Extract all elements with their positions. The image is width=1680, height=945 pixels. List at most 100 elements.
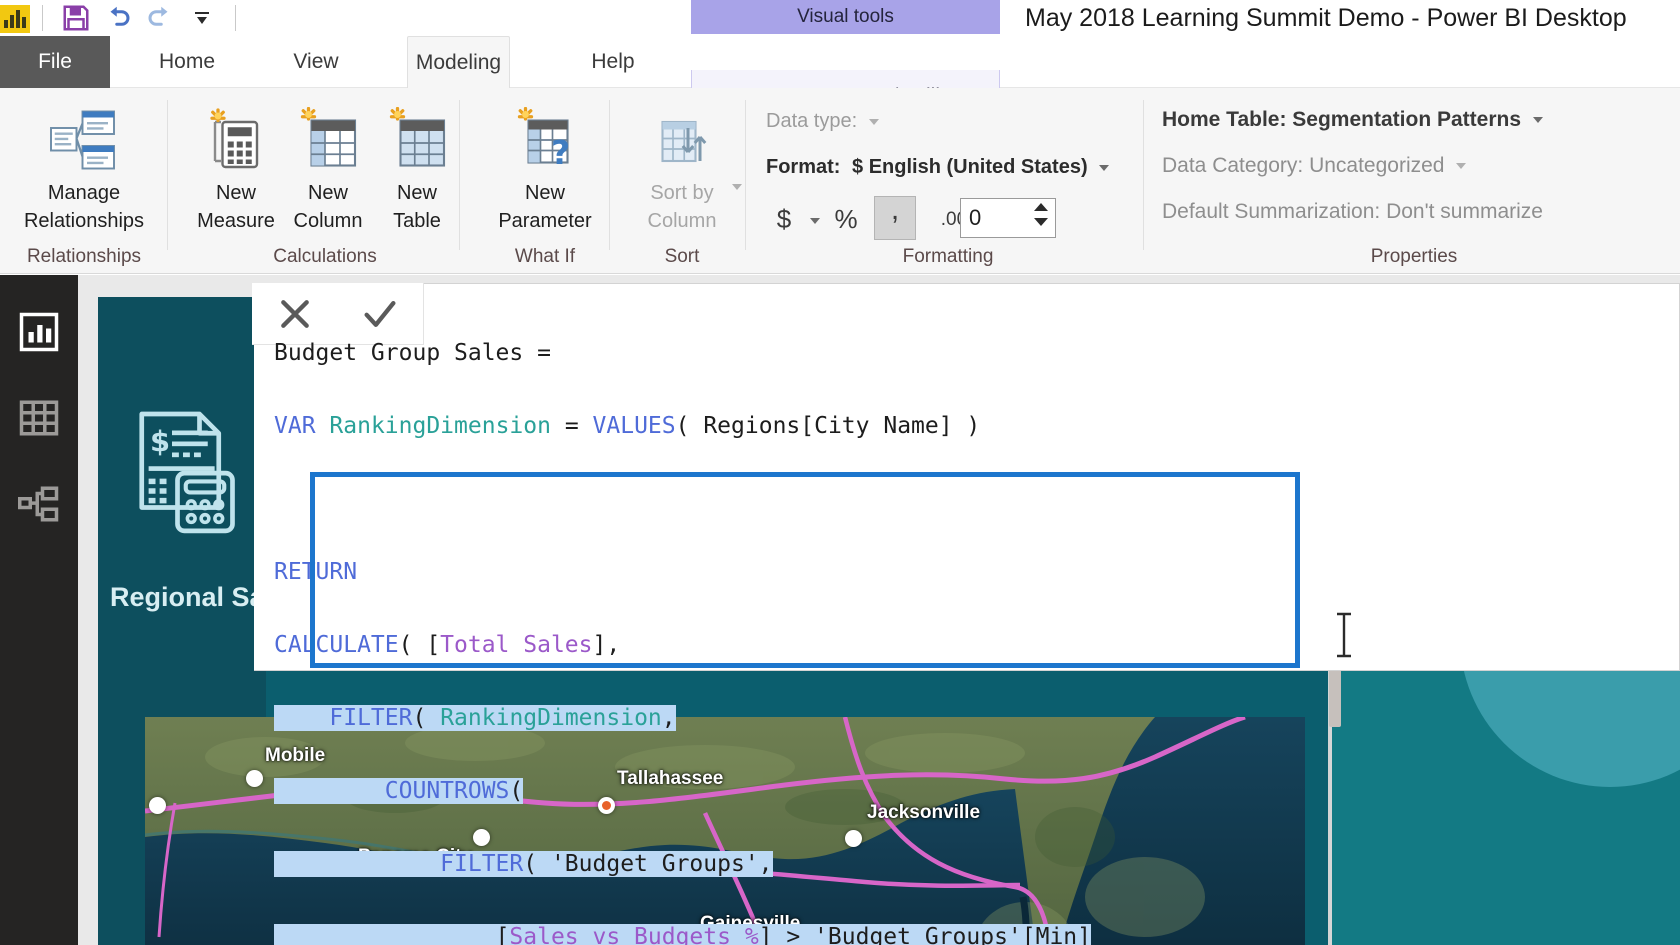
dax-line-4: RETURN	[274, 558, 358, 585]
dax-line-6: FILTER( RankingDimension,	[274, 700, 1674, 737]
redo-icon[interactable]	[139, 0, 181, 36]
group-separator-1	[167, 100, 168, 250]
new-measure-label-2: Measure	[197, 210, 275, 232]
group-separator-3	[609, 100, 610, 250]
format-chevron-down-icon[interactable]	[1099, 164, 1110, 171]
dax-code-editor[interactable]: Budget Group Sales = VAR RankingDimensio…	[274, 298, 1674, 945]
sort-by-column-label-1: Sort by	[650, 182, 714, 204]
home-table-chevron-down-icon[interactable]	[1532, 117, 1543, 124]
stepper-arrows[interactable]	[1034, 203, 1048, 226]
ribbon-group-properties: Home Table: Segmentation Patterns Data C…	[1148, 88, 1680, 274]
data-type-row[interactable]: Data type:	[766, 110, 879, 133]
sidebar-item-report-view[interactable]	[0, 293, 78, 371]
ribbon-group-relationships: Manage Relationships Relationships	[0, 88, 168, 274]
ribbon: Manage Relationships Relationships New M…	[0, 88, 1680, 274]
group-separator-5	[1143, 100, 1144, 250]
view-switcher-sidebar	[0, 275, 78, 945]
ribbon-group-label-formatting: Formatting	[902, 246, 994, 267]
sidebar-item-data-view[interactable]	[0, 379, 78, 457]
dax-line-3	[274, 481, 1674, 518]
ribbon-group-calculations: New Measure New Column New Table Calcula…	[190, 88, 460, 274]
stepper-up-icon[interactable]	[1034, 203, 1048, 211]
map-point-unlabeled-west[interactable]	[149, 797, 166, 814]
percent-format-button[interactable]: %	[828, 198, 864, 240]
dax-line-8: FILTER( 'Budget Groups',	[274, 846, 1674, 883]
dax-formula-bar[interactable]: Budget Group Sales = VAR RankingDimensio…	[252, 283, 1680, 945]
format-value: $ English (United States)	[852, 156, 1088, 178]
new-measure-label-1: New	[215, 182, 256, 204]
sort-by-column-chevron-down-icon[interactable]	[732, 184, 742, 190]
dax-line-1: Budget Group Sales =	[274, 339, 551, 366]
group-separator-2	[459, 100, 460, 250]
format-row[interactable]: Format: $ English (United States)	[766, 156, 1110, 179]
svg-text:$: $	[150, 424, 170, 458]
group-separator-4	[745, 100, 746, 250]
data-category-row[interactable]: Data Category: Uncategorized	[1162, 154, 1467, 178]
tab-help[interactable]: Help	[566, 36, 660, 88]
new-parameter-icon: ?	[510, 102, 580, 178]
map-point-mobile[interactable]	[246, 770, 263, 787]
new-parameter-label-1: New	[524, 182, 565, 204]
ribbon-group-label-sort: Sort	[664, 246, 700, 267]
data-type-chevron-down-icon[interactable]	[868, 118, 879, 125]
power-bi-logo-icon	[0, 5, 30, 33]
qat-divider-1	[42, 5, 43, 31]
ribbon-tab-strip: File Home View Modeling Help Format Data…	[0, 36, 1680, 124]
tab-modeling[interactable]: Modeling	[407, 36, 510, 88]
data-view-icon	[19, 400, 59, 436]
decimal-places-stepper[interactable]: 0	[960, 198, 1056, 238]
svg-text:?: ?	[551, 133, 570, 172]
ribbon-group-whatif: ? New Parameter What If	[480, 88, 610, 274]
sort-by-column-button[interactable]: Sort by Column	[624, 102, 742, 234]
text-cursor-ibeam-icon	[1333, 612, 1355, 658]
home-table-row[interactable]: Home Table: Segmentation Patterns	[1162, 108, 1543, 132]
format-label: Format:	[766, 156, 841, 178]
new-column-label-2: Column	[293, 210, 363, 232]
manage-relationships-label-1: Manage	[47, 182, 121, 204]
sort-by-column-label-2: Column	[647, 210, 717, 232]
ribbon-group-label-properties: Properties	[1370, 246, 1458, 267]
data-category-chevron-down-icon[interactable]	[1456, 163, 1467, 170]
sidebar-item-model-view[interactable]	[0, 465, 78, 543]
invoice-calculator-icon: $	[128, 407, 238, 547]
data-type-label: Data type:	[766, 110, 858, 132]
data-category-value: Data Category: Uncategorized	[1162, 154, 1445, 177]
new-measure-icon	[201, 102, 271, 178]
new-parameter-label-2: Parameter	[498, 210, 592, 232]
new-table-label-1: New	[396, 182, 437, 204]
stepper-down-icon[interactable]	[1034, 218, 1048, 226]
new-measure-button[interactable]: New Measure	[190, 102, 282, 234]
default-summarization-row[interactable]: Default Summarization: Don't summarize	[1162, 200, 1543, 224]
default-summarization-value: Default Summarization: Don't summarize	[1162, 200, 1543, 223]
ribbon-group-formatting: Data type: Format: $ English (United Sta…	[752, 88, 1144, 274]
dax-line-5: CALCULATE( [Total Sales],	[274, 631, 621, 658]
save-icon[interactable]	[55, 0, 97, 36]
customize-qat-icon[interactable]	[181, 0, 223, 36]
manage-relationships-button[interactable]: Manage Relationships	[12, 102, 156, 234]
currency-chevron-down-icon[interactable]	[810, 218, 820, 224]
tab-home[interactable]: Home	[133, 36, 241, 88]
new-table-button[interactable]: New Table	[374, 102, 460, 234]
window-title: May 2018 Learning Summit Demo - Power BI…	[1025, 4, 1627, 32]
dax-line-2: VAR RankingDimension = VALUES( Regions[C…	[274, 412, 981, 439]
ribbon-group-label-whatif: What If	[514, 246, 576, 267]
undo-icon[interactable]	[97, 0, 139, 36]
relationships-icon	[48, 102, 120, 178]
qat-divider-2	[235, 5, 236, 31]
new-table-icon	[382, 102, 452, 178]
new-column-button[interactable]: New Column	[282, 102, 374, 234]
ribbon-group-label-calculations: Calculations	[273, 246, 377, 267]
tab-view[interactable]: View	[262, 36, 370, 88]
thousands-separator-button[interactable]: ,	[874, 195, 916, 240]
model-view-icon	[18, 486, 59, 522]
tab-file[interactable]: File	[0, 36, 110, 88]
new-parameter-button[interactable]: ? New Parameter	[486, 102, 604, 234]
new-table-label-2: Table	[393, 210, 441, 232]
power-bi-desktop-window: Visual tools May 2018 Learning Summit De…	[0, 0, 1680, 945]
new-column-label-1: New	[307, 182, 348, 204]
decimal-places-value: 0	[969, 205, 982, 230]
currency-format-button[interactable]: $	[768, 198, 800, 240]
ribbon-group-sort: Sort by Column Sort	[618, 88, 746, 274]
manage-relationships-label-2: Relationships	[23, 210, 145, 232]
quick-access-toolbar	[0, 0, 248, 36]
